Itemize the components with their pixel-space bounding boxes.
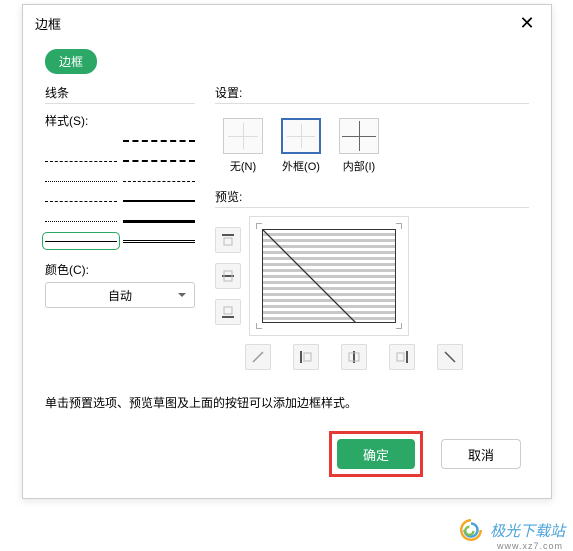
border-dialog: 边框 ✕ 边框 线条 样式(S): (22, 4, 552, 499)
edge-vmid-button[interactable] (341, 344, 367, 370)
edge-right-button[interactable] (389, 344, 415, 370)
line-style-thick-dash[interactable] (123, 135, 195, 147)
line-style-dot[interactable] (45, 175, 117, 187)
color-dropdown[interactable]: 自动 (45, 282, 195, 308)
ok-button[interactable]: 确定 (337, 439, 415, 469)
line-group-label: 线条 (45, 84, 195, 101)
divider (215, 207, 529, 208)
line-style-solid-thick[interactable] (123, 215, 195, 227)
hint-text: 单击预置选项、预览草图及上面的按钮可以添加边框样式。 (23, 370, 551, 411)
preset-inner-label: 内部(I) (343, 158, 375, 174)
line-style-list (45, 129, 195, 247)
watermark: 极光下载站 (458, 517, 565, 543)
line-style-thin-dash[interactable] (45, 155, 117, 167)
line-style-med-dashdot[interactable] (123, 155, 195, 167)
line-style-double[interactable] (123, 235, 195, 247)
color-label: 颜色(C): (45, 261, 195, 278)
preset-outer-label: 外框(O) (282, 158, 320, 174)
line-style-none[interactable] (45, 135, 117, 147)
tab-row: 边框 (23, 41, 551, 74)
preset-none[interactable]: 无(N) (223, 118, 263, 174)
edge-top-button[interactable] (215, 227, 241, 253)
ok-highlight-box: 确定 (329, 431, 423, 477)
divider (45, 103, 195, 104)
cancel-button[interactable]: 取消 (441, 439, 521, 469)
edge-bottom-button[interactable] (215, 299, 241, 325)
style-label: 样式(S): (45, 112, 195, 129)
preset-outer[interactable]: 外框(O) (281, 118, 321, 174)
preset-inner[interactable]: 内部(I) (339, 118, 379, 174)
edge-diag-up-button[interactable] (245, 344, 271, 370)
line-style-dashdot2[interactable] (123, 175, 195, 187)
preview-canvas[interactable] (249, 216, 409, 336)
divider (215, 103, 529, 104)
color-value: 自动 (108, 287, 132, 304)
settings-group-label: 设置: (215, 84, 529, 101)
line-style-solid-med[interactable] (123, 195, 195, 207)
edge-diag-down-button[interactable] (437, 344, 463, 370)
edge-hmid-button[interactable] (215, 263, 241, 289)
line-style-dashdotdot[interactable] (45, 215, 117, 227)
preview-label: 预览: (215, 188, 529, 205)
preset-outer-icon (281, 118, 321, 154)
titlebar: 边框 ✕ (23, 5, 551, 41)
preset-inner-icon (339, 118, 379, 154)
line-style-dashdot[interactable] (45, 195, 117, 207)
watermark-url: www.xz7.com (497, 541, 563, 551)
preset-none-icon (223, 118, 263, 154)
close-icon[interactable]: ✕ (515, 13, 539, 34)
edge-left-button[interactable] (293, 344, 319, 370)
line-style-solid-thin[interactable] (45, 235, 117, 247)
tab-border[interactable]: 边框 (45, 49, 97, 74)
watermark-logo-icon (458, 517, 484, 543)
watermark-text: 极光下载站 (490, 520, 565, 541)
dialog-title: 边框 (35, 14, 61, 33)
preset-none-label: 无(N) (230, 158, 256, 174)
